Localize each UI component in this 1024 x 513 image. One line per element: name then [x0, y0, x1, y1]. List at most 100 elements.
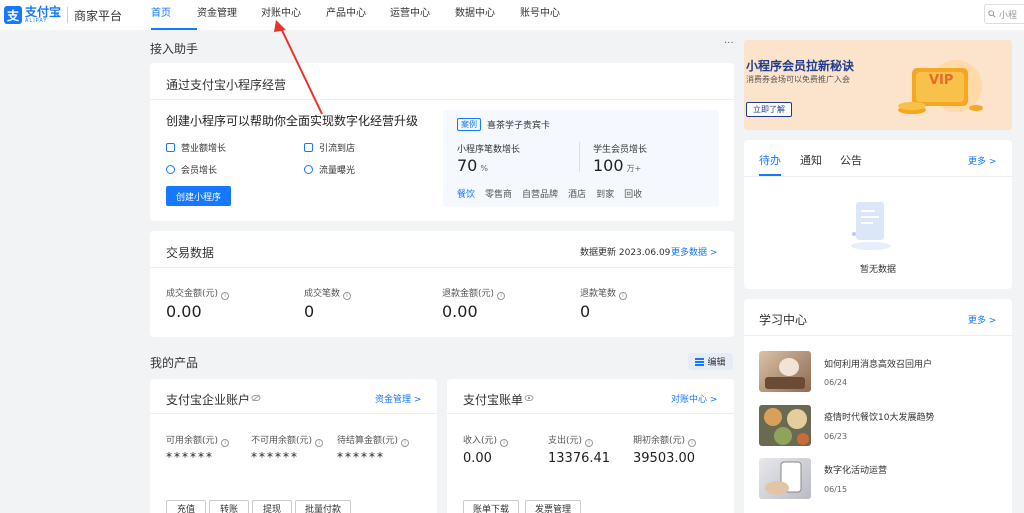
withdraw-button[interactable]: 提现 — [252, 500, 292, 513]
info-icon[interactable]: i — [585, 439, 594, 447]
pending-settlement-value: ****** — [337, 450, 385, 464]
article-title-3[interactable]: 数字化活动运营 — [824, 463, 887, 476]
reconciliation-center-link[interactable]: 对账中心 > — [671, 392, 717, 405]
category-tab-brand[interactable]: 自营品牌 — [522, 187, 558, 200]
info-icon[interactable]: i — [401, 439, 410, 447]
info-icon[interactable]: i — [619, 292, 628, 300]
nav-funds[interactable]: 资金管理 — [197, 0, 261, 30]
metric-label-refund-amount: 退款金额(元) i — [442, 286, 506, 300]
search-input[interactable]: 小程 — [984, 4, 1024, 24]
divider — [744, 176, 1012, 177]
nav-account[interactable]: 账号中心 — [520, 0, 580, 30]
banner-title: 小程序会员拉新秘诀 — [746, 59, 855, 73]
divider — [150, 413, 437, 414]
category-tab-delivery[interactable]: 到家 — [596, 187, 614, 200]
trade-data-title: 交易数据 — [166, 246, 215, 260]
info-icon[interactable]: i — [315, 439, 324, 447]
grid-icon — [695, 357, 705, 366]
divider — [150, 267, 734, 268]
income-label: 收入(元) i — [463, 433, 509, 447]
stat-value-orders: 70% — [457, 156, 488, 175]
edit-products-button[interactable]: 编辑 — [688, 353, 733, 370]
promo-banner[interactable]: 小程序会员拉新秘诀 消费券会场可以免费推广入会 立即了解 VIP — [744, 40, 1012, 130]
nav-home[interactable]: 首页 — [151, 0, 197, 30]
article-thumbnail-1[interactable] — [759, 351, 811, 392]
info-icon[interactable]: i — [221, 292, 230, 300]
article-thumbnail-3[interactable] — [759, 458, 811, 499]
category-tab-dining[interactable]: 餐饮 — [457, 187, 475, 200]
invoice-management-button[interactable]: 发票管理 — [525, 500, 581, 513]
fund-management-link[interactable]: 资金管理 > — [375, 392, 421, 405]
section-title-assistant: 接入助手 — [150, 42, 199, 56]
top-nav-bar: 支 支付宝 ALIPAY 商家平台 首页 资金管理 对账中心 产品中心 运营中心… — [0, 0, 1024, 30]
article-date-3: 06/15 — [824, 485, 848, 494]
platform-name: 商家平台 — [74, 8, 123, 23]
category-tab-recycle[interactable]: 回收 — [624, 187, 642, 200]
article-title-1[interactable]: 如何利用消息高效召回用户 — [824, 357, 932, 370]
available-balance-label: 可用余额(元) i — [166, 433, 230, 447]
stat-value-students: 100 万+ — [593, 156, 642, 175]
category-tab-retail[interactable]: 零售商 — [485, 187, 512, 200]
available-balance-value: ****** — [166, 450, 214, 464]
tab-announcements[interactable]: 公告 — [840, 152, 862, 168]
article-image-icon — [765, 358, 805, 389]
article-title-2[interactable]: 疫情时代餐饮10大发展趋势 — [824, 410, 934, 423]
opening-balance-value: 39503.00 — [633, 451, 696, 466]
nav-data[interactable]: 数据中心 — [455, 0, 520, 30]
category-tab-hotel[interactable]: 酒店 — [568, 187, 586, 200]
article-thumbnail-2[interactable] — [759, 405, 811, 446]
stat-label-students: 学生会员增长 — [593, 145, 648, 155]
tab-notifications[interactable]: 通知 — [800, 152, 822, 168]
search-placeholder: 小程 — [999, 10, 1018, 21]
opening-balance-label: 期初余额(元) i — [633, 433, 697, 447]
vip-badge: VIP — [929, 73, 954, 88]
unavailable-balance-label: 不可用余额(元) i — [251, 433, 324, 447]
more-data-link[interactable]: 更多数据 > — [671, 245, 717, 258]
logo-en-text: ALIPAY — [25, 18, 48, 24]
nav-products[interactable]: 产品中心 — [326, 0, 390, 30]
logo-cn-text: 支付宝 — [25, 5, 62, 19]
feature-members: 会员增长 — [166, 163, 217, 176]
unavailable-balance-value: ****** — [251, 450, 299, 464]
alipay-logo[interactable]: 支 支付宝 ALIPAY — [4, 6, 61, 24]
trade-data-card: 交易数据 数据更新 2023.06.09 更多数据 > — [150, 231, 734, 337]
expense-label: 支出(元) i — [548, 433, 594, 447]
metric-value-amount: 0.00 — [166, 302, 202, 321]
download-bill-button[interactable]: 账单下载 — [463, 500, 519, 513]
phone-image-icon — [765, 461, 802, 495]
learn-more-button[interactable]: 立即了解 — [746, 102, 792, 117]
eye-hidden-icon[interactable] — [251, 394, 261, 402]
divider — [447, 413, 734, 414]
tab-todo[interactable]: 待办 — [759, 152, 781, 168]
info-icon[interactable]: i — [688, 439, 697, 447]
revenue-icon — [166, 143, 175, 152]
feature-revenue: 营业额增长 — [166, 141, 226, 154]
case-name: 喜茶学子贵宾卡 — [487, 121, 551, 131]
income-value: 0.00 — [463, 451, 492, 466]
case-study-box: 案例 喜茶学子贵宾卡 小程序笔数增长 70% 学生会员增长 100 万+ 餐饮 零… — [443, 110, 719, 207]
info-icon[interactable]: i — [497, 292, 506, 300]
recharge-button[interactable]: 充值 — [166, 500, 206, 513]
metric-label-refund-count: 退款笔数 i — [580, 286, 628, 300]
info-icon[interactable]: i — [221, 439, 230, 447]
create-miniprogram-button[interactable]: 创建小程序 — [166, 186, 231, 206]
feature-traffic: 引流到店 — [304, 141, 355, 154]
article-date-2: 06/23 — [824, 432, 848, 441]
eye-icon[interactable] — [524, 394, 534, 402]
store-icon — [304, 143, 313, 152]
info-icon[interactable]: i — [343, 292, 352, 300]
article-date-1: 06/24 — [824, 378, 848, 387]
user-icon — [166, 165, 175, 174]
learning-more-link[interactable]: 更多 > — [968, 313, 996, 326]
pending-settlement-label: 待结算金额(元) i — [337, 433, 410, 447]
info-icon[interactable]: i — [500, 439, 509, 447]
batch-payment-button[interactable]: 批量付款 — [295, 500, 351, 513]
more-options-icon[interactable]: ··· — [724, 38, 734, 49]
logo-divider — [67, 7, 69, 23]
stat-label-orders: 小程序笔数增长 — [457, 145, 521, 155]
transfer-button[interactable]: 转账 — [209, 500, 249, 513]
food-image-icon — [764, 408, 809, 445]
nav-operations[interactable]: 运营中心 — [390, 0, 455, 30]
metric-value-count: 0 — [304, 302, 315, 321]
todo-more-link[interactable]: 更多 > — [968, 154, 996, 167]
